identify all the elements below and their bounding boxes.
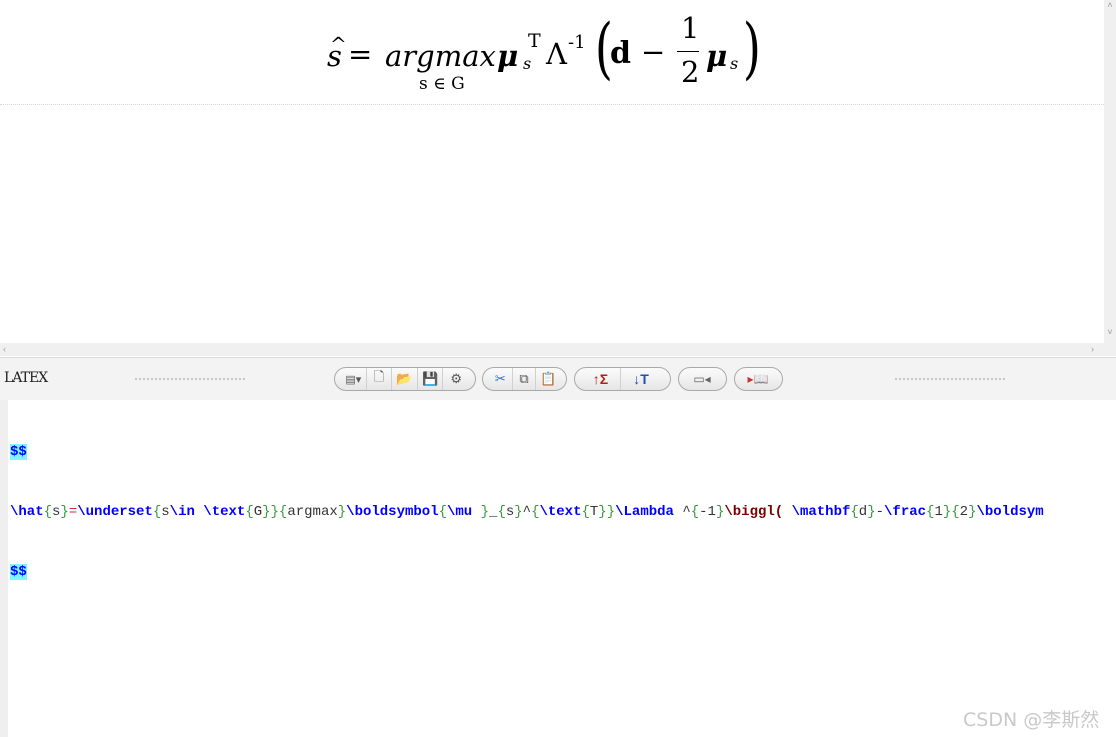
code-token: \mu <box>447 504 473 520</box>
formula-frac-denominator: 2 <box>681 55 700 89</box>
formula-mu: μ <box>497 39 519 73</box>
new-file-icon[interactable]: 🗋 <box>367 368 393 390</box>
editor-toolbar: LATEX ▤▾ 🗋 📂 💾 ⚙ ✂ ⧉ 📋 ↑Σ ↓T ▭◂ ▸📖 <box>0 357 1116 401</box>
formula-equals: = <box>348 37 373 71</box>
latex-logo: LATEX <box>4 370 48 386</box>
code-token: { <box>43 504 53 520</box>
code-token: \boldsymbol <box>346 504 439 520</box>
formula-lambda: Λ <box>546 37 567 71</box>
formula-lambda-exponent: -1 <box>568 32 586 53</box>
code-token: \Lambda <box>615 504 674 520</box>
latex-code-editor[interactable]: $$ \hat{s}=\underset{s\in \text{G}}{argm… <box>0 400 1116 737</box>
reference-book-icon[interactable]: ▸📖 <box>741 368 775 390</box>
view-menu-icon[interactable]: ▤▾ <box>341 368 367 390</box>
toolbar-grip-right <box>895 378 1005 380</box>
code-token: -1 <box>699 504 716 520</box>
code-token: ^ <box>522 504 532 520</box>
formula-transpose: T <box>528 30 541 52</box>
code-token: { <box>438 504 447 520</box>
paste-icon[interactable]: 📋 <box>536 368 560 390</box>
preview-vertical-scrollbar[interactable]: ˄ ˅ <box>1104 0 1116 343</box>
import-down-text-icon[interactable]: ↓T <box>621 368 661 390</box>
settings-gear-icon[interactable]: ⚙ <box>443 368 469 390</box>
code-line-3: $$ <box>10 562 1044 582</box>
code-token: - <box>875 504 885 520</box>
formula-d: d <box>610 36 631 71</box>
panel-toggle-icon[interactable]: ▭◂ <box>685 368 719 390</box>
formula-frac-numerator: 1 <box>681 11 700 45</box>
rendered-formula: ^ s = argmax s ∈ G μ s T Λ -1 ( d − 1 2 … <box>325 12 765 98</box>
code-token: \mathbf <box>791 504 851 520</box>
code-token: { <box>245 504 254 520</box>
copy-icon[interactable]: ⧉ <box>513 368 537 390</box>
scrollbar-corner <box>1104 343 1116 356</box>
code-token: s <box>161 504 170 520</box>
math-delimiter-close: $$ <box>10 564 27 580</box>
convert-button-group: ↑Σ ↓T <box>574 367 671 391</box>
code-line-2: \hat{s}=\underset{s\in \text{G}}{argmax}… <box>10 502 1044 522</box>
code-token: }} <box>598 504 616 520</box>
code-token: { <box>497 504 506 520</box>
formula-right-paren: ) <box>742 10 761 87</box>
code-token: 2 <box>959 504 969 520</box>
code-token: s <box>505 504 515 520</box>
code-token: \in <box>169 504 195 520</box>
file-button-group: ▤▾ 🗋 📂 💾 ⚙ <box>334 367 476 391</box>
code-token: } <box>60 504 69 520</box>
formula-preview-pane: ^ s = argmax s ∈ G μ s T Λ -1 ( d − 1 2 … <box>0 0 1104 343</box>
math-delimiter-open: $$ <box>10 444 27 460</box>
code-token: { <box>850 504 859 520</box>
formula-frac-bar <box>677 51 699 52</box>
formula-underset: s ∈ G <box>419 74 465 94</box>
code-token: \text <box>539 504 582 520</box>
code-token: } <box>337 504 347 520</box>
scroll-up-icon[interactable]: ˄ <box>1104 0 1116 10</box>
code-token: 1 <box>934 504 943 520</box>
formula-mu2-subscript: s <box>730 54 739 73</box>
save-icon[interactable]: 💾 <box>418 368 444 390</box>
formula-s: s <box>327 39 342 73</box>
formula-mu2: μ <box>706 39 728 73</box>
code-token: ^ <box>673 504 691 520</box>
export-up-sigma-icon[interactable]: ↑Σ <box>581 368 621 390</box>
scroll-right-icon[interactable]: › <box>1091 343 1094 356</box>
scroll-down-icon[interactable]: ˅ <box>1104 327 1116 337</box>
formula-mu-subscript: s <box>523 54 532 73</box>
code-token: G <box>253 504 263 520</box>
code-token: \biggl( <box>724 504 784 520</box>
open-folder-icon[interactable]: 📂 <box>392 368 418 390</box>
code-token: }{ <box>942 504 960 520</box>
preview-horizontal-scrollbar[interactable]: ‹ › <box>0 343 1104 356</box>
toolbar-grip-left <box>135 378 245 380</box>
code-token: \text <box>203 504 246 520</box>
code-line-1: $$ <box>10 442 1044 462</box>
code-token: argmax <box>287 504 338 520</box>
panel-button-group: ▭◂ <box>678 367 727 391</box>
csdn-watermark: CSDN @李斯然 <box>963 709 1100 731</box>
edit-button-group: ✂ ⧉ 📋 <box>482 367 567 391</box>
preview-separator <box>0 104 1104 105</box>
editor-gutter <box>0 400 8 737</box>
code-token: \hat <box>10 504 44 520</box>
code-token: = <box>68 504 78 520</box>
code-token: \frac <box>884 504 927 520</box>
book-button-group: ▸📖 <box>734 367 783 391</box>
code-token: { <box>152 504 162 520</box>
formula-argmax: argmax <box>385 39 496 73</box>
cut-icon[interactable]: ✂ <box>489 368 513 390</box>
code-token: \boldsym <box>976 504 1044 520</box>
code-token: } <box>480 504 490 520</box>
code-token: { <box>690 504 700 520</box>
code-token: }}{ <box>262 504 288 520</box>
code-token: d <box>858 504 868 520</box>
code-token: } <box>514 504 523 520</box>
code-token: \underset <box>77 504 153 520</box>
formula-minus: − <box>641 35 666 69</box>
scroll-left-icon[interactable]: ‹ <box>3 343 6 356</box>
code-token: { <box>581 504 590 520</box>
code-area[interactable]: $$ \hat{s}=\underset{s\in \text{G}}{argm… <box>10 402 1044 622</box>
code-token: } <box>867 504 876 520</box>
